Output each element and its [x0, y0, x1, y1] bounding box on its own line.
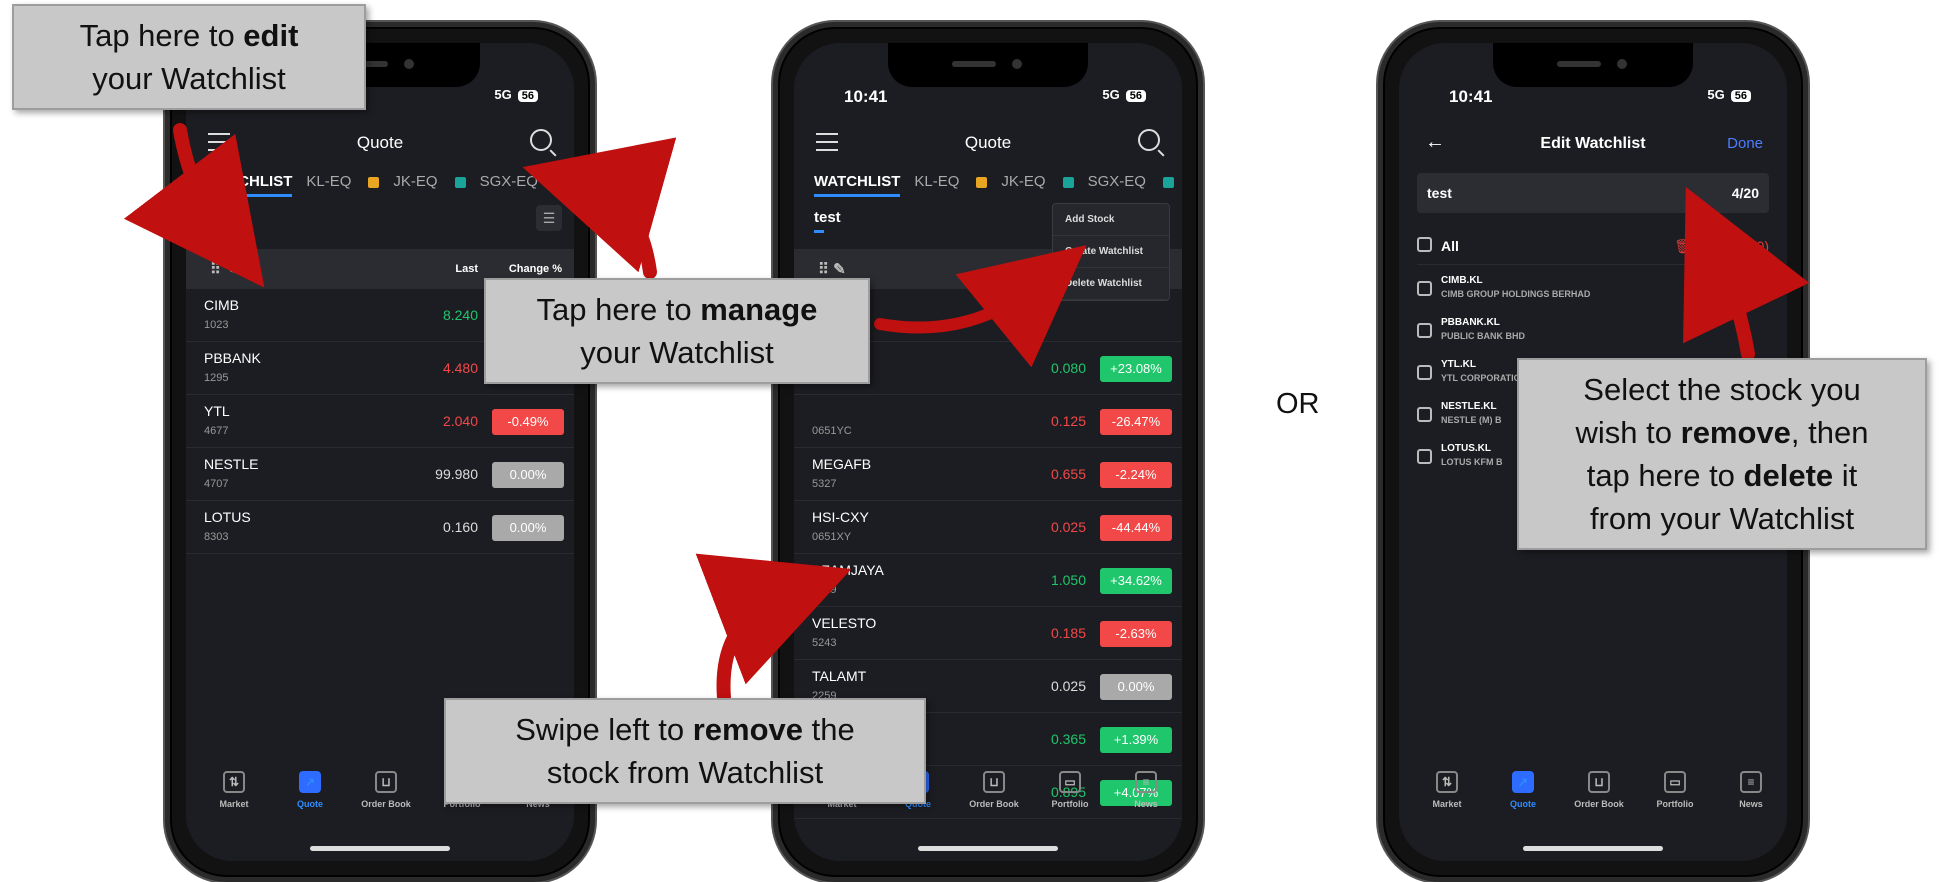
callout-manage: Tap here to manage your Watchlist — [484, 278, 870, 384]
callout-swipe: Swipe left to remove the stock from Watch… — [444, 698, 926, 804]
callout-remove: Select the stock you wish to remove, then… — [1517, 358, 1927, 550]
arrow-to-manage-icon — [522, 137, 677, 279]
callout-edit: Tap here to edit your Watchlist — [12, 4, 366, 110]
arrow-to-swipe-row — [695, 553, 852, 705]
arrow-to-edit-icon — [123, 123, 265, 288]
arrow-to-dropdown — [874, 245, 1087, 368]
arrow-to-remove-button — [1683, 186, 1810, 361]
tutorial-canvas: 5G 56 Quote WATCHLIST KL-EQ JK-EQ SGX-EQ tes… — [0, 0, 1944, 882]
